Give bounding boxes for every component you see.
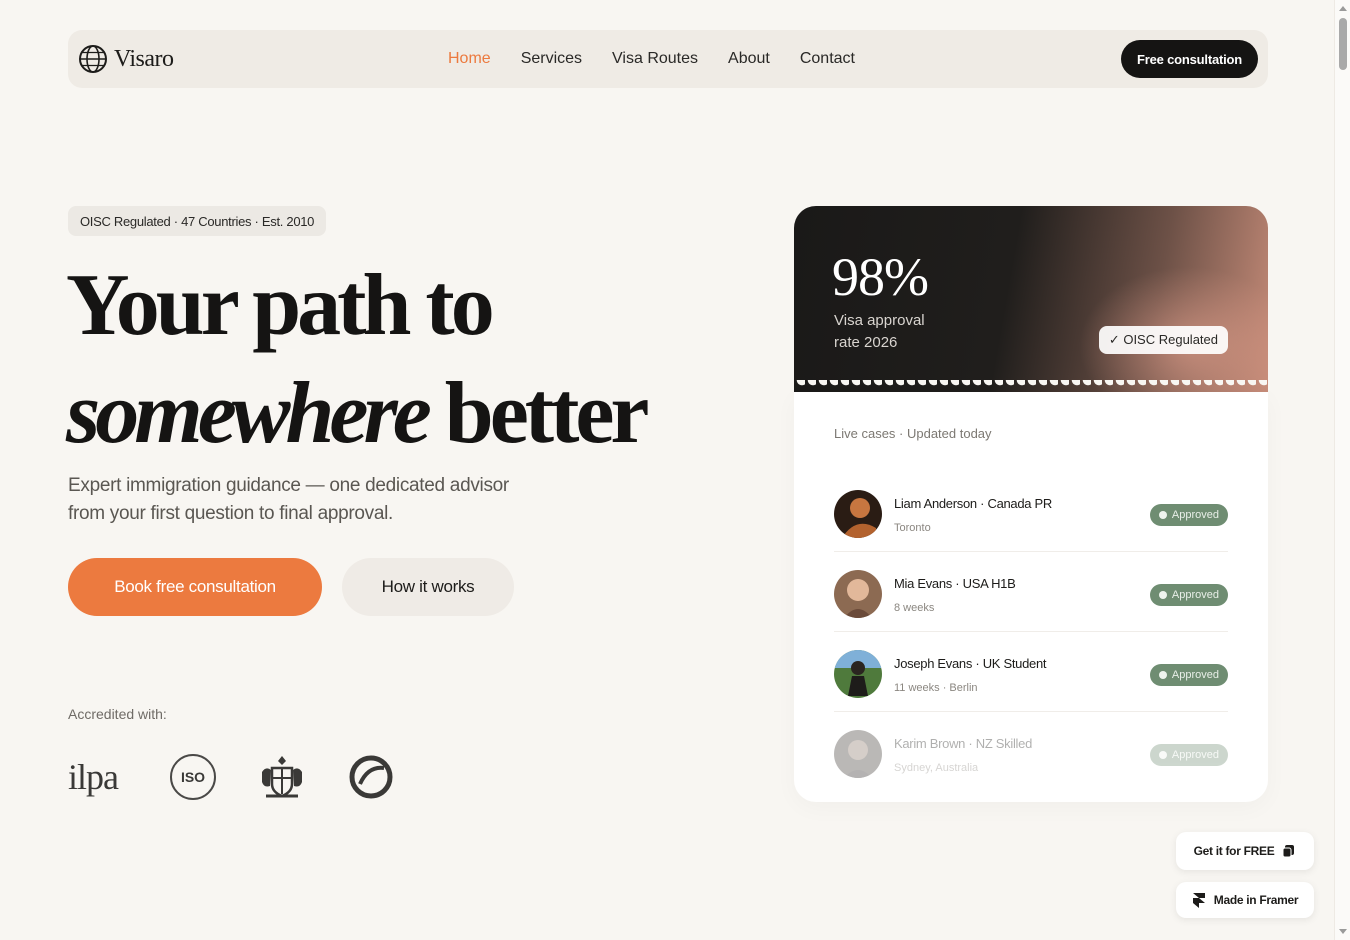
- page-scrollbar[interactable]: [1334, 0, 1350, 940]
- regulation-badge: OISC Regulated · 47 Countries · Est. 201…: [68, 206, 327, 236]
- made-in-framer-label: Made in Framer: [1213, 893, 1299, 907]
- case-row: Mia Evans · USA H1B 8 weeks Approved: [834, 552, 1228, 632]
- top-navigation: Visaro Home Services Visa Routes About C…: [68, 30, 1268, 88]
- nav-links: Home Services Visa Routes About Contact: [448, 50, 855, 68]
- status-label: Approved: [1171, 669, 1219, 681]
- avatar: [834, 570, 882, 618]
- status-label: Approved: [1171, 589, 1219, 601]
- get-it-free-label: Get it for FREE: [1193, 844, 1275, 858]
- status-label: Approved: [1171, 509, 1219, 521]
- hero-headline: Your path to somewhere better: [66, 252, 706, 468]
- status-dot-icon: [1158, 751, 1167, 759]
- accreditation-logos: ilpa ISO: [68, 752, 394, 802]
- headline-italic-word: somewhere: [66, 365, 432, 462]
- free-consultation-button[interactable]: Free consultation: [1121, 40, 1258, 78]
- status-dot-icon: [1158, 671, 1167, 679]
- case-meta: Toronto: [894, 522, 931, 534]
- ring-logo: [349, 755, 393, 799]
- avatar: [834, 650, 882, 698]
- scroll-down-arrow-icon[interactable]: [1339, 929, 1347, 934]
- case-title: Mia Evans · USA H1B: [894, 576, 1016, 591]
- royal-crest-logo: [262, 756, 302, 798]
- made-in-framer-pill[interactable]: Made in Framer: [1176, 882, 1314, 918]
- case-title: Karim Brown · NZ Skilled: [894, 736, 1032, 751]
- brand-logo[interactable]: Visaro: [78, 44, 448, 74]
- accredited-label: Accredited with:: [68, 706, 167, 722]
- avatar: [834, 730, 882, 778]
- status-dot-icon: [1158, 511, 1167, 519]
- brand-name: Visaro: [114, 45, 174, 72]
- live-cases-card: Live cases · Updated today Liam Anderson…: [794, 392, 1268, 802]
- status-label: Approved: [1171, 749, 1219, 761]
- nav-link-home[interactable]: Home: [448, 50, 491, 68]
- avatar: [834, 490, 882, 538]
- nav-link-services[interactable]: Services: [521, 50, 582, 68]
- oisc-regulated-pill: ✓ OISC Regulated: [1098, 326, 1228, 354]
- hero-subtitle: Expert immigration guidance — one dedica…: [68, 475, 509, 524]
- how-it-works-button[interactable]: How it works: [342, 558, 514, 616]
- status-badge: Approved: [1149, 584, 1228, 606]
- case-meta: Sydney, Australia: [894, 762, 979, 774]
- globe-icon: [79, 45, 107, 73]
- status-badge: Approved: [1149, 664, 1228, 686]
- approval-rate-label: Visa approval rate 2026: [834, 312, 925, 351]
- ilpa-logo: ilpa: [68, 757, 119, 797]
- status-badge: Approved: [1149, 744, 1228, 766]
- case-title: Joseph Evans · UK Student: [894, 656, 1047, 671]
- headline-rest: better: [426, 365, 650, 462]
- book-consultation-button[interactable]: Book free consultation: [68, 558, 322, 616]
- headline-line-1: Your path to: [66, 257, 495, 354]
- iso-logo: ISO: [170, 754, 216, 800]
- live-cases-label: Live cases · Updated today: [834, 426, 992, 441]
- case-title: Liam Anderson · Canada PR: [894, 496, 1052, 511]
- scroll-up-arrow-icon[interactable]: [1339, 6, 1347, 11]
- nav-link-about[interactable]: About: [728, 50, 770, 68]
- status-badge: Approved: [1149, 504, 1228, 526]
- nav-link-contact[interactable]: Contact: [800, 50, 855, 68]
- copy-icon: [1282, 845, 1295, 858]
- scrollbar-thumb[interactable]: [1339, 18, 1347, 70]
- status-dot-icon: [1158, 591, 1167, 599]
- case-meta: 8 weeks: [894, 602, 935, 614]
- approval-rate-value: 98%: [832, 247, 929, 307]
- case-meta: 11 weeks · Berlin: [894, 682, 978, 694]
- case-row: Liam Anderson · Canada PR Toronto Approv…: [834, 472, 1228, 552]
- case-row: Joseph Evans · UK Student 11 weeks · Ber…: [834, 632, 1228, 712]
- framer-icon: [1192, 893, 1205, 908]
- get-it-free-pill[interactable]: Get it for FREE: [1176, 832, 1314, 870]
- nav-link-visa-routes[interactable]: Visa Routes: [612, 50, 698, 68]
- case-row: Karim Brown · NZ Skilled Sydney, Austral…: [834, 712, 1228, 792]
- approval-stat-card: 98% Visa approval rate 2026 ✓ OISC Regul…: [794, 206, 1268, 392]
